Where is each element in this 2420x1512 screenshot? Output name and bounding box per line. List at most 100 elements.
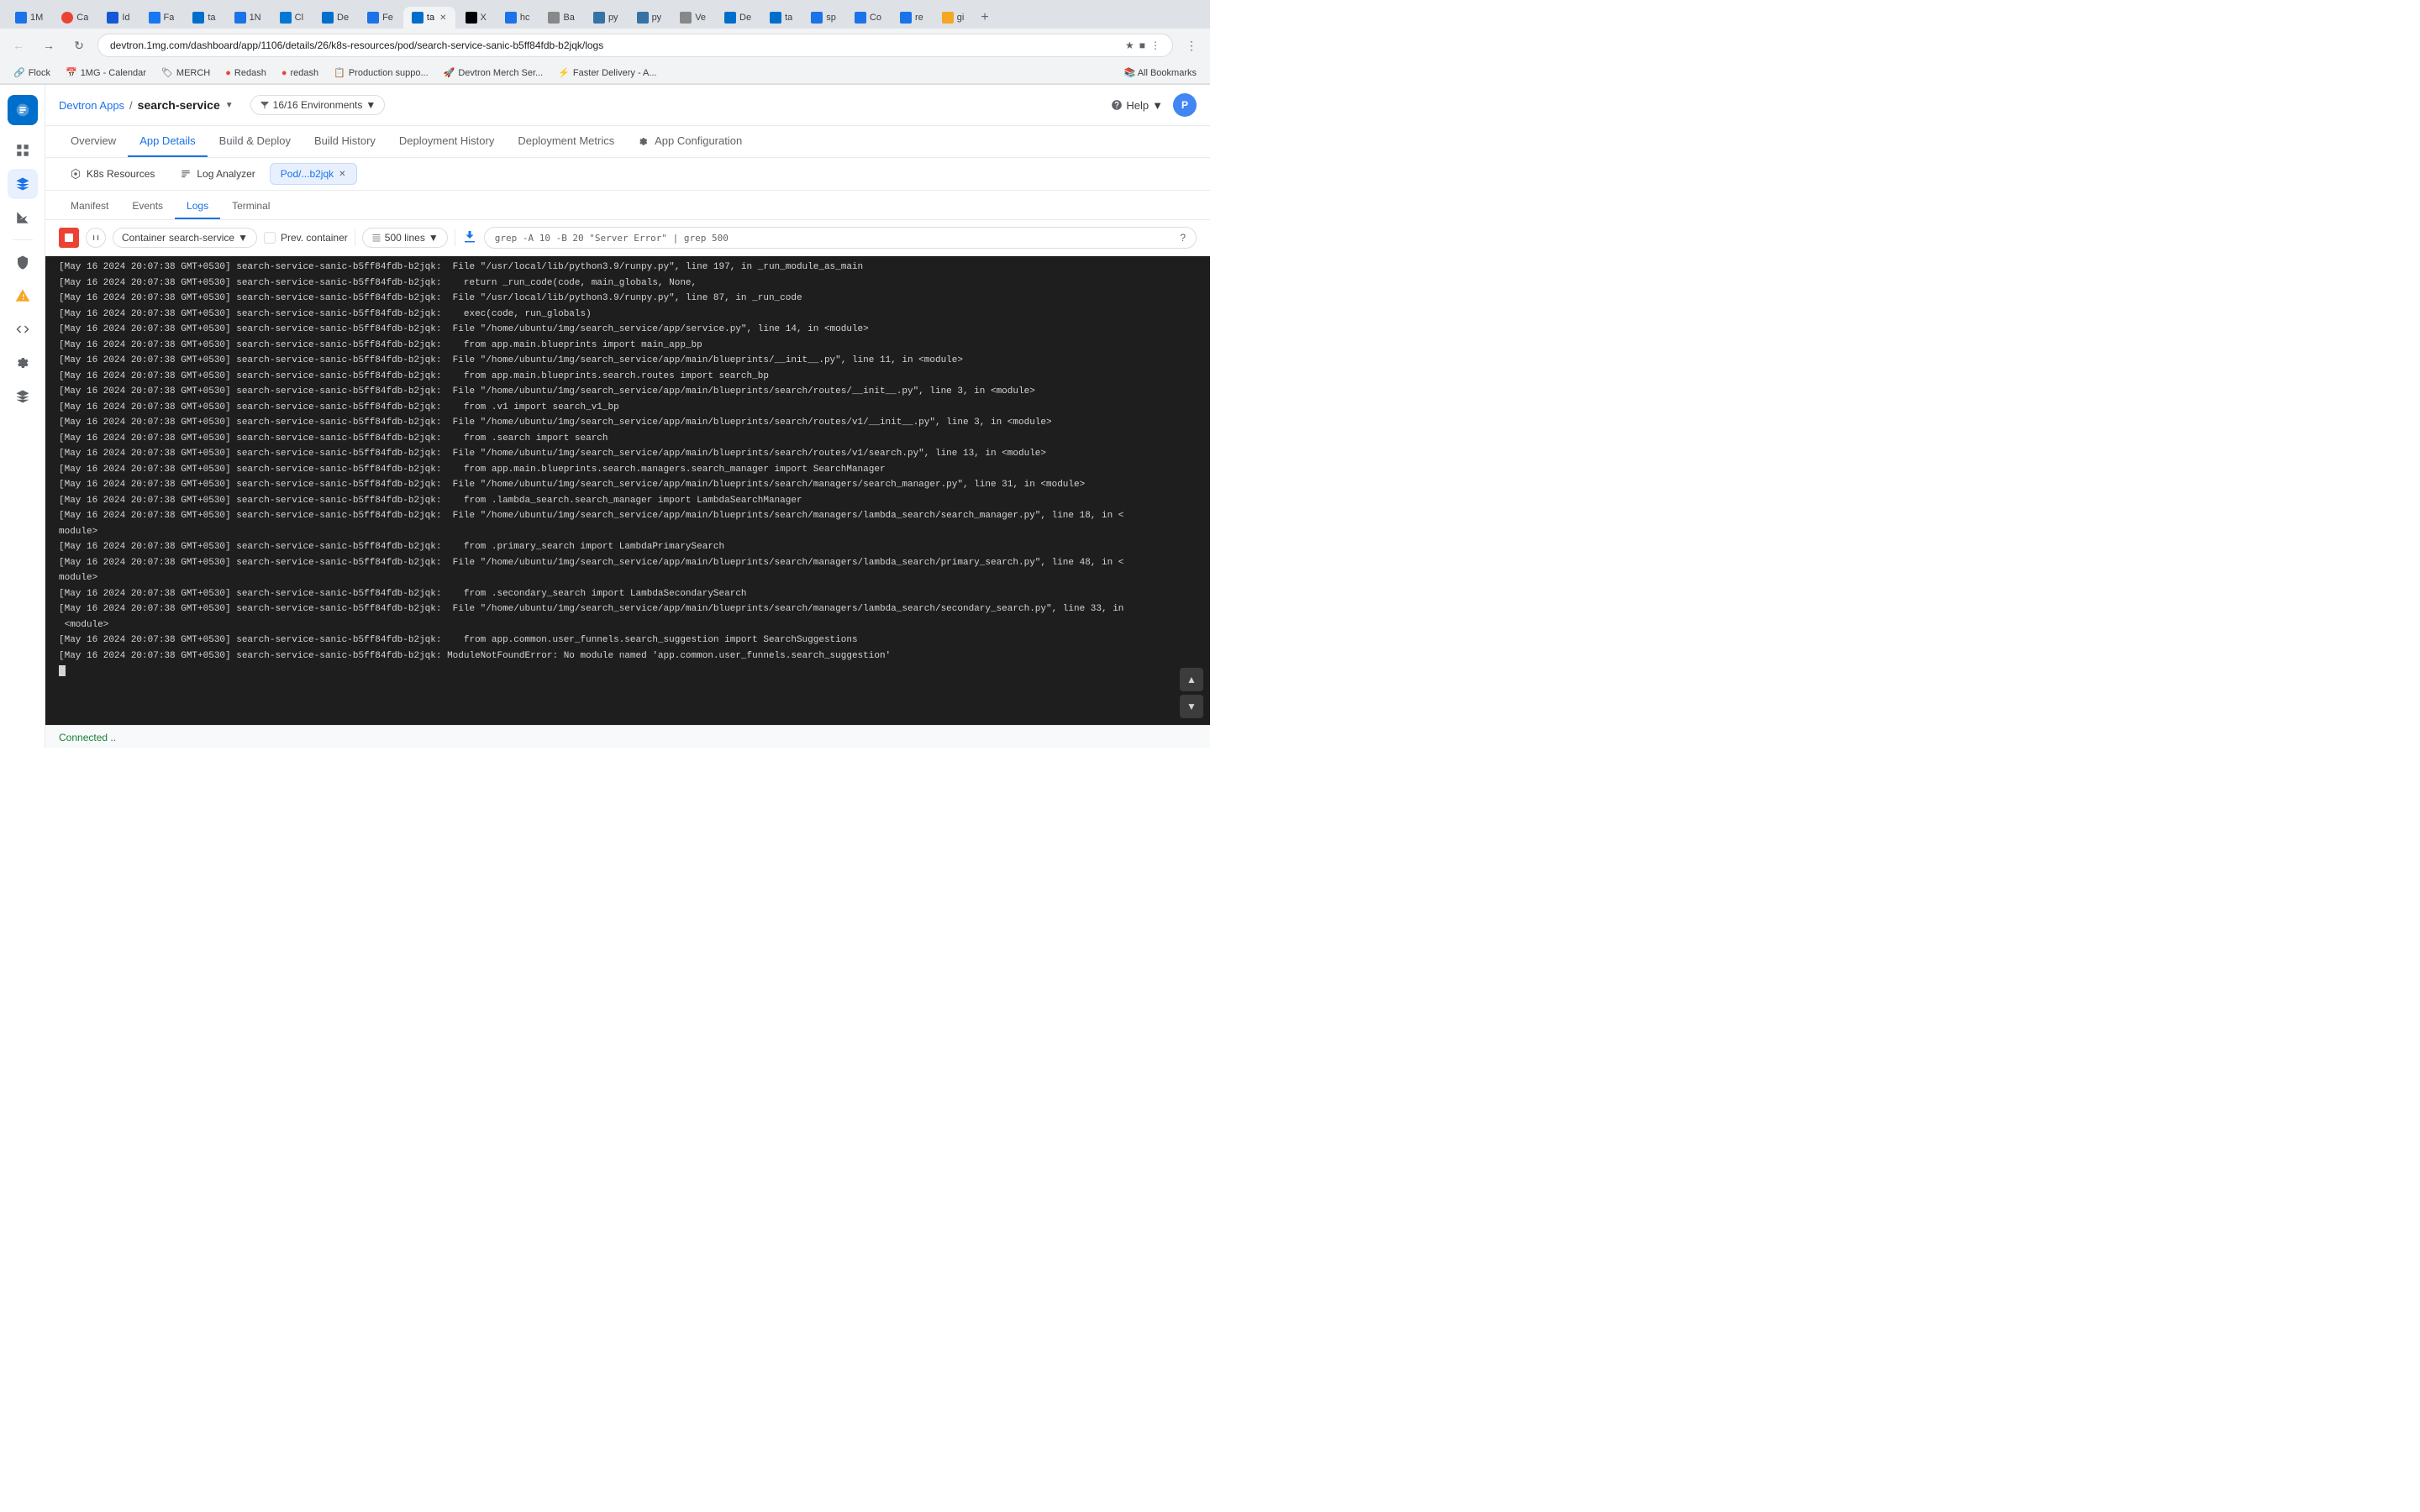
tab-21[interactable]: re [892, 7, 932, 29]
sidebar-icon-deployment[interactable] [8, 169, 38, 199]
app-header: Devtron Apps / search-service ▼ 16/16 En… [45, 85, 1210, 126]
menu-icon[interactable]: ⋮ [1150, 39, 1160, 51]
log-line: [May 16 2024 20:07:38 GMT+0530] search-s… [45, 648, 1210, 664]
log-line: [May 16 2024 20:07:38 GMT+0530] search-s… [45, 477, 1210, 493]
tab-build-history[interactable]: Build History [302, 126, 387, 157]
help-button[interactable]: Help ▼ [1111, 99, 1163, 112]
user-avatar[interactable]: P [1173, 93, 1197, 117]
bookmark-icon: 📅 [66, 67, 77, 78]
tab-12[interactable]: hc [497, 7, 539, 29]
tab-1[interactable]: 1M [7, 7, 51, 29]
help-dropdown-icon: ▼ [1152, 99, 1163, 112]
log-analyzer-icon [180, 168, 192, 180]
checkbox-icon [264, 232, 276, 244]
container-dropdown-icon: ▼ [238, 232, 248, 244]
tab-app-configuration[interactable]: App Configuration [626, 126, 754, 157]
log-line: [May 16 2024 20:07:38 GMT+0530] search-s… [45, 601, 1210, 617]
tab-18[interactable]: ta [761, 7, 801, 29]
breadcrumb-app-link[interactable]: Devtron Apps [59, 99, 124, 112]
tab-16[interactable]: Ve [671, 7, 714, 29]
forward-button[interactable]: → [37, 34, 60, 57]
tab-deployment-metrics[interactable]: Deployment Metrics [506, 126, 626, 157]
tab-overview[interactable]: Overview [59, 126, 128, 157]
help-icon [1111, 99, 1123, 111]
address-bar[interactable]: devtron.1mg.com/dashboard/app/1106/detai… [97, 34, 1173, 57]
sidebar-icon-code[interactable] [8, 314, 38, 344]
tab-14[interactable]: py [585, 7, 627, 29]
new-tab-button[interactable]: + [974, 7, 995, 29]
sidebar-icon-warning[interactable] [8, 281, 38, 311]
tab-8[interactable]: De [313, 7, 357, 29]
sidebar-icon-charts[interactable] [8, 202, 38, 233]
extensions-icon[interactable]: ■ [1139, 39, 1145, 51]
log-search-box[interactable]: grep -A 10 -B 20 "Server Error" | grep 5… [484, 227, 1197, 249]
tab-11[interactable]: X [457, 7, 495, 29]
tab-15[interactable]: py [629, 7, 671, 29]
inner-tab-events[interactable]: Events [120, 194, 175, 219]
devtron-logo[interactable] [8, 95, 38, 125]
sub-tab-close-button[interactable]: ✕ [339, 170, 345, 179]
lines-selector[interactable]: 500 lines ▼ [362, 228, 448, 248]
sidebar-icon-apps[interactable] [8, 135, 38, 165]
tab-10-active[interactable]: ta✕ [403, 7, 455, 29]
tab-2[interactable]: Ca [53, 7, 97, 29]
sub-tab-log-analyzer-label: Log Analyzer [197, 168, 255, 180]
tab-9[interactable]: Fe [359, 7, 402, 29]
back-button[interactable]: ← [7, 34, 30, 57]
tab-5[interactable]: ta [184, 7, 224, 29]
download-button[interactable] [462, 228, 477, 248]
log-line: [May 16 2024 20:07:38 GMT+0530] search-s… [45, 508, 1210, 524]
tab-app-details[interactable]: App Details [128, 126, 207, 157]
bookmark-calendar[interactable]: 📅 1MG - Calendar [59, 65, 153, 81]
bookmark-devtron-merch[interactable]: 🚀 Devtron Merch Ser... [437, 65, 550, 81]
tab-build-deploy[interactable]: Build & Deploy [208, 126, 302, 157]
chrome-menu-button[interactable]: ⋮ [1180, 34, 1203, 57]
pause-button[interactable] [86, 228, 106, 248]
tab-19[interactable]: sp [802, 7, 844, 29]
scroll-down-button[interactable]: ▼ [1180, 695, 1203, 718]
log-toolbar: Container search-service ▼ Prev. contain… [45, 220, 1210, 256]
bookmark-production[interactable]: 📋 Production suppo... [327, 65, 435, 81]
sub-tab-pod[interactable]: Pod/...b2jqk ✕ [270, 163, 357, 185]
bookmark-faster[interactable]: ⚡ Faster Delivery - A... [551, 65, 663, 81]
search-help-icon[interactable]: ? [1180, 232, 1186, 244]
sub-tab-log-analyzer[interactable]: Log Analyzer [169, 163, 266, 185]
prev-container-checkbox[interactable]: Prev. container [264, 232, 348, 244]
inner-tab-logs[interactable]: Logs [175, 194, 220, 219]
tab-22[interactable]: gi [934, 7, 973, 29]
bookmark-merch[interactable]: 🏷 MERCH [155, 65, 217, 81]
bookmark-redash[interactable]: ● Redash [218, 66, 273, 81]
main-content: Devtron Apps / search-service ▼ 16/16 En… [45, 85, 1210, 748]
tab-17[interactable]: De [716, 7, 760, 29]
tab-3[interactable]: Id [98, 7, 138, 29]
inner-tab-manifest[interactable]: Manifest [59, 194, 120, 219]
deployment-icon [15, 176, 30, 192]
reload-button[interactable]: ↻ [67, 34, 91, 57]
inner-tabs: Manifest Events Logs Terminal [45, 191, 1210, 220]
sidebar-icon-layers[interactable] [8, 381, 38, 412]
tab-7[interactable]: Cl [271, 7, 312, 29]
scroll-up-button[interactable]: ▲ [1180, 668, 1203, 691]
all-bookmarks-button[interactable]: 📚 All Bookmarks [1118, 65, 1203, 81]
inner-tab-terminal[interactable]: Terminal [220, 194, 281, 219]
log-area[interactable]: [May 16 2024 20:07:38 GMT+0530] search-s… [45, 256, 1210, 725]
tab-13[interactable]: Ba [539, 7, 582, 29]
tab-4[interactable]: Fa [140, 7, 183, 29]
header-right: Help ▼ P [1111, 93, 1197, 117]
security-icon [15, 255, 30, 270]
tab-deployment-history[interactable]: Deployment History [387, 126, 506, 157]
container-value: search-service [169, 232, 234, 244]
bookmark-flock[interactable]: 🔗 Flock [7, 65, 57, 81]
star-icon[interactable]: ★ [1125, 39, 1134, 51]
sub-tab-k8s-resources[interactable]: K8s Resources [59, 163, 166, 185]
sidebar-icon-security[interactable] [8, 247, 38, 277]
breadcrumb-dropdown-icon[interactable]: ▼ [225, 101, 234, 110]
bookmark-redash2[interactable]: ● redash [275, 66, 325, 81]
tab-6[interactable]: 1N [226, 7, 270, 29]
tab-20[interactable]: Co [846, 7, 890, 29]
sidebar-icon-settings[interactable] [8, 348, 38, 378]
env-selector[interactable]: 16/16 Environments ▼ [250, 95, 386, 115]
stop-button[interactable] [59, 228, 79, 248]
container-selector[interactable]: Container search-service ▼ [113, 228, 257, 248]
env-dropdown-icon: ▼ [366, 99, 376, 111]
